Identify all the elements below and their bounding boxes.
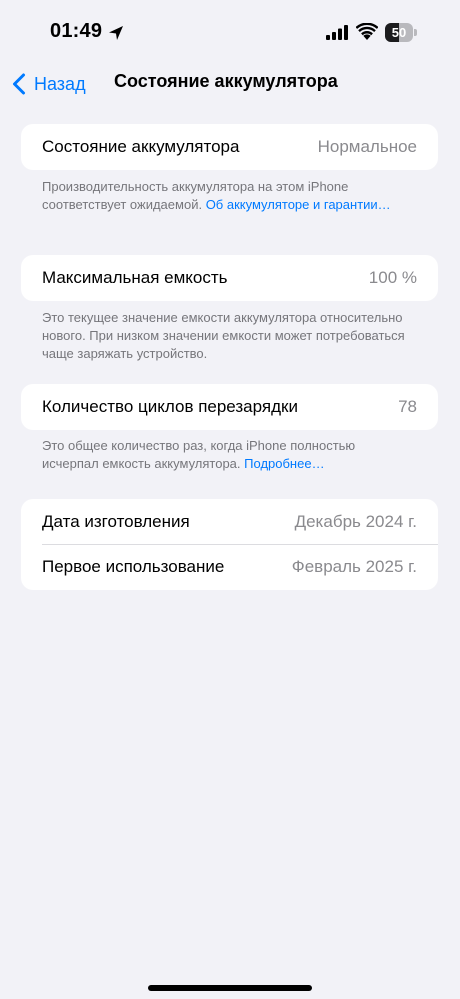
cycle-count-footnote: Это общее количество раз, когда iPhone п… [42, 437, 412, 473]
about-battery-link[interactable]: Об аккумуляторе и гарантии… [206, 197, 391, 212]
battery-icon: 50 [385, 23, 417, 42]
max-capacity-row: Максимальная емкость 100 % [21, 255, 438, 301]
page-title: Состояние аккумулятора [114, 71, 338, 91]
cycle-count-label: Количество циклов перезарядки [42, 397, 298, 416]
manufacture-date-row: Дата изготовления Декабрь 2024 г. [21, 499, 438, 545]
first-use-value: Февраль 2025 г. [291, 557, 417, 576]
max-capacity-card: Максимальная емкость 100 % [21, 255, 438, 301]
cellular-signal-icon [326, 25, 348, 40]
cycle-count-card: Количество циклов перезарядки 78 [21, 384, 438, 430]
back-button[interactable]: Назад [12, 69, 86, 99]
learn-more-link[interactable]: Подробнее… [244, 456, 324, 471]
status-time: 01:49 [50, 20, 103, 42]
battery-level: 50 [391, 25, 407, 40]
battery-health-card: Состояние аккумулятора Нормальное [21, 124, 438, 170]
cycle-count-value: 78 [398, 397, 417, 416]
location-arrow-icon [109, 26, 123, 40]
navigation-bar: Назад Состояние аккумулятора [0, 62, 460, 106]
battery-health-label: Состояние аккумулятора [42, 137, 240, 156]
first-use-row: Первое использование Февраль 2025 г. [21, 544, 438, 590]
dates-card: Дата изготовления Декабрь 2024 г. Первое… [21, 499, 438, 590]
wifi-icon [356, 23, 378, 40]
manufacture-date-value: Декабрь 2024 г. [294, 512, 417, 531]
max-capacity-footnote: Это текущее значение емкости аккумулятор… [42, 309, 412, 363]
battery-health-value: Нормальное [317, 137, 417, 156]
manufacture-date-label: Дата изготовления [42, 512, 190, 531]
home-indicator[interactable] [148, 985, 312, 991]
status-bar: 01:49 50 [0, 0, 460, 62]
first-use-label: Первое использование [42, 557, 225, 576]
max-capacity-note: Это текущее значение емкости аккумулятор… [42, 310, 405, 361]
back-label: Назад [34, 73, 86, 94]
chevron-left-icon [13, 73, 25, 95]
cycle-count-row: Количество циклов перезарядки 78 [21, 384, 438, 430]
max-capacity-value: 100 % [368, 268, 417, 287]
max-capacity-label: Максимальная емкость [42, 268, 228, 287]
battery-health-footnote: Производительность аккумулятора на этом … [42, 178, 412, 214]
battery-health-row: Состояние аккумулятора Нормальное [21, 124, 438, 170]
